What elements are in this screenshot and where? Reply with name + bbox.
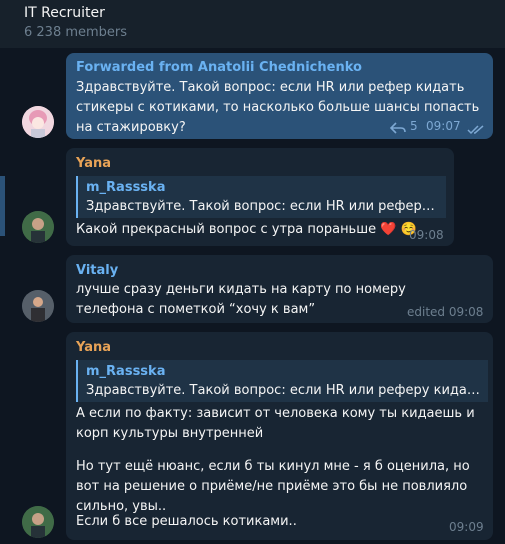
avatar[interactable]: [22, 106, 54, 138]
forwarded-header[interactable]: Forwarded from Anatolii Chednichenko: [76, 60, 362, 75]
message-bubble[interactable]: Forwarded from Anatolii Chednichenko Здр…: [66, 53, 493, 139]
message-paragraph: Если б все решалось котиками..: [76, 514, 297, 529]
avatar[interactable]: [22, 211, 54, 243]
quote-author: m_Rassska: [86, 364, 166, 379]
scroll-indicator[interactable]: [0, 176, 5, 236]
reply-quote[interactable]: m_Rassska Здравствуйте. Такой вопрос: ес…: [76, 360, 488, 402]
message-paragraph: А если по факту: зависит от человека ком…: [76, 406, 475, 441]
avatar[interactable]: [22, 290, 54, 322]
message-bubble[interactable]: Vitaly лучше сразу деньги кидать на карт…: [66, 255, 493, 323]
quote-text: Здравствуйте. Такой вопрос: если HR или …: [86, 199, 442, 214]
message-time: edited 09:08: [407, 305, 484, 319]
avatar[interactable]: [22, 506, 54, 538]
author-name[interactable]: Yana: [76, 340, 111, 355]
message-bubble[interactable]: Yana m_Rassska Здравствуйте. Такой вопро…: [66, 332, 493, 540]
message-time: 09:07: [426, 119, 461, 133]
reply-quote[interactable]: m_Rassska Здравствуйте. Такой вопрос: ес…: [76, 176, 446, 218]
message-text: Здравствуйте. Такой вопрос: если HR или …: [76, 80, 480, 135]
message-time: 09:08: [409, 228, 444, 242]
chat-header[interactable]: IT Recruiter 6 238 members: [0, 0, 505, 48]
quote-author: m_Rassska: [86, 180, 166, 195]
author-name[interactable]: Vitaly: [76, 263, 118, 278]
quote-text: Здравствуйте. Такой вопрос: если HR или …: [86, 383, 482, 398]
reply-count[interactable]: 5: [410, 119, 418, 133]
read-checkmark-icon: [467, 120, 485, 139]
message-text: Какой прекрасный вопрос с утра пораньше …: [76, 220, 417, 240]
message-paragraph: Но тут ещё нюанс, если б ты кинул мне - …: [76, 459, 470, 514]
message-bubble[interactable]: Yana m_Rassska Здравствуйте. Такой вопро…: [66, 148, 454, 246]
message-time: 09:09: [449, 520, 484, 534]
message-text-body: Какой прекрасный вопрос с утра пораньше: [76, 222, 377, 237]
reply-icon[interactable]: [389, 119, 406, 138]
chat-title: IT Recruiter: [24, 5, 105, 21]
member-count: 6 238 members: [24, 25, 128, 40]
author-name[interactable]: Yana: [76, 156, 111, 171]
